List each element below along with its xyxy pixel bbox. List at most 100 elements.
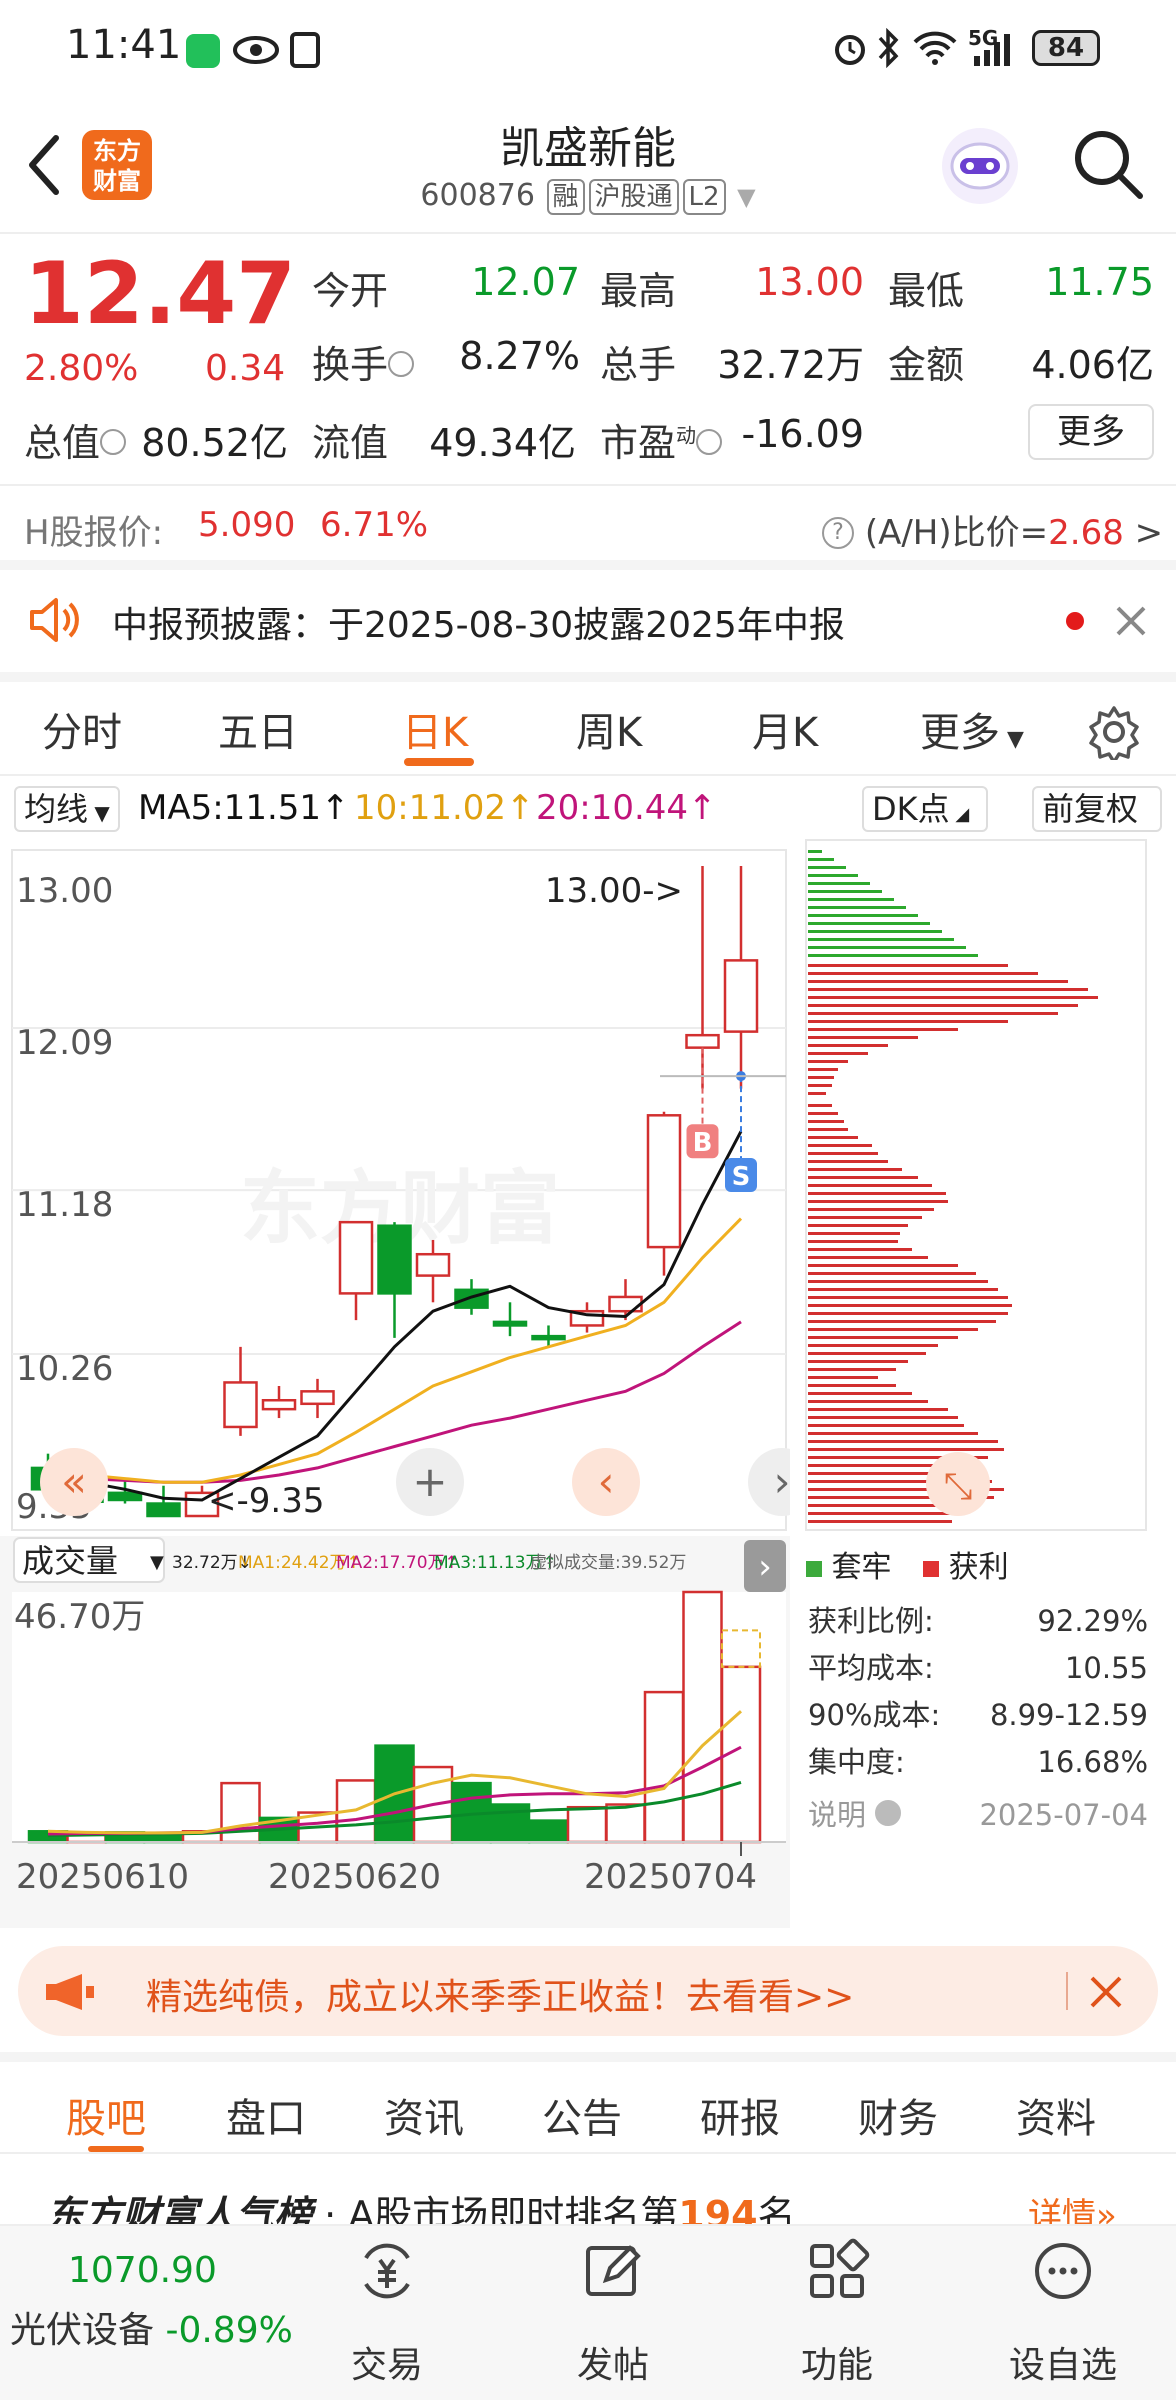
chip-bar	[808, 1224, 908, 1227]
volume-chart[interactable]: 成交量 ▼ 32.72万↓MA1:24.42万↑MA2:17.70万↑MA3:11.…	[0, 1536, 790, 1928]
chip-bar	[808, 1176, 918, 1179]
post-button[interactable]: 发帖	[538, 2236, 688, 2386]
candle-body	[723, 959, 759, 1033]
alarm-icon	[835, 35, 865, 65]
close-icon[interactable]	[1114, 604, 1148, 638]
chip-bar	[808, 1448, 1004, 1451]
stat-row: 90%成本: 8.99-12.59	[808, 1698, 1148, 1732]
chevron-right-icon: ›	[758, 1547, 772, 1587]
help-icon: ?	[822, 516, 854, 549]
chart-tabs: 分时 五日 日K 周K 月K 更多 ▼	[0, 686, 1176, 776]
bottom-section-tabs: 股吧 盘口 资讯 公告 研报 财务 资料	[0, 2062, 1176, 2154]
chip-bar	[808, 980, 1068, 983]
info-icon[interactable]	[100, 428, 127, 455]
chip-bar	[808, 874, 858, 877]
chip-bar	[808, 938, 954, 941]
tag-level2: L2	[682, 179, 726, 215]
gear-icon[interactable]	[1086, 704, 1142, 760]
pe-label: 市盈动	[600, 412, 723, 467]
hshare-price: 5.090	[198, 505, 296, 545]
tab-intraday[interactable]: 分时	[42, 700, 122, 758]
tab-orderbook[interactable]: 盘口	[226, 2086, 306, 2144]
adjust-button[interactable]: 前复权	[1032, 786, 1162, 832]
chip-bar	[808, 954, 978, 957]
chip-bar	[808, 1128, 848, 1131]
search-icon[interactable]	[1070, 126, 1146, 202]
tab-five-day[interactable]: 五日	[218, 700, 298, 758]
tab-finance[interactable]: 财务	[858, 2086, 938, 2144]
ah-ratio[interactable]: ? (A/H)比价=2.68 >	[822, 505, 1163, 554]
current-price: 12.47	[24, 244, 297, 344]
chip-bar	[808, 1232, 900, 1235]
volume-selector-arrow: ▼	[150, 1552, 164, 1573]
resize-icon: ⤡	[944, 1466, 973, 1507]
ma-selector[interactable]: 均线 ▼	[14, 786, 120, 832]
chip-bar	[808, 1092, 826, 1095]
sell-marker-text: S	[732, 1162, 751, 1192]
promo-banner[interactable]: 精选纯债，成立以来季季正收益！去看看>>	[18, 1946, 1158, 2036]
info-icon[interactable]	[696, 428, 723, 455]
legend-profit-swatch	[923, 1561, 940, 1577]
robot-assistant-icon[interactable]	[938, 124, 1022, 208]
nfc-icon	[290, 32, 320, 68]
tab-news[interactable]: 资讯	[384, 2086, 464, 2144]
chip-bar	[808, 1028, 958, 1031]
candlestick-chart[interactable]: 13.0012.0911.1810.269.35东方财富13.00-><-9.3…	[0, 836, 790, 1536]
trade-button[interactable]: 交易	[312, 2236, 462, 2386]
section-gap	[0, 2052, 1176, 2062]
chip-bar	[808, 1012, 1058, 1015]
chip-bar	[808, 866, 846, 869]
tab-daily-k[interactable]: 日K	[402, 700, 468, 758]
tab-monthly-k[interactable]: 月K	[752, 700, 818, 758]
speaker-icon	[30, 598, 79, 642]
tab-weekly-k[interactable]: 周K	[576, 700, 642, 758]
chip-bar	[808, 1160, 888, 1163]
chip-stats: 获利比例: 92.29% 平均成本: 10.55 90%成本: 8.99-12.59 …	[808, 1598, 1148, 1839]
sector-index[interactable]: 1070.90 光伏设备 -0.89%	[10, 2250, 293, 2353]
candle-body	[646, 1114, 682, 1249]
rewind-icon: «	[61, 1457, 87, 1506]
chip-bar	[808, 1344, 938, 1347]
chip-bar	[808, 1084, 832, 1087]
announcement-banner[interactable]: 中报预披露：于2025-08-30披露2025年中报	[0, 568, 1176, 672]
chip-distribution-chart[interactable]: ⤡	[800, 836, 1176, 1536]
more-button[interactable]: 更多	[1028, 404, 1154, 460]
high-value: 13.00	[755, 260, 864, 304]
edit-icon	[586, 2245, 641, 2296]
info-icon[interactable]	[875, 1800, 902, 1826]
function-button[interactable]: 功能	[762, 2236, 912, 2386]
chip-bar	[808, 1296, 1008, 1299]
info-icon[interactable]	[388, 350, 415, 377]
chip-bar	[808, 1060, 848, 1063]
x-axis-label: 20250620	[268, 1857, 441, 1897]
mktcap-label: 总值	[24, 412, 127, 467]
triangle-down-icon: ▼	[1000, 727, 1024, 752]
add-watchlist-label: 设自选	[1008, 2345, 1117, 2386]
sector-index-value: 1070.90	[68, 2250, 217, 2291]
chip-bar	[808, 996, 1098, 999]
tab-announcements[interactable]: 公告	[542, 2086, 622, 2144]
close-icon[interactable]	[1088, 1974, 1124, 2010]
tab-more[interactable]: 更多 ▼	[920, 700, 1024, 758]
tab-profile[interactable]: 资料	[1016, 2086, 1096, 2144]
open-label: 今开	[312, 269, 389, 313]
chip-bar	[808, 850, 822, 853]
chip-bar	[808, 1192, 946, 1195]
dk-point-button[interactable]: DK点 ◢	[862, 786, 988, 832]
chip-bar	[808, 1440, 998, 1443]
y-tick-label: 10.26	[16, 1349, 113, 1389]
status-bar: 11:41 5G 84	[0, 0, 1176, 100]
chip-bar	[808, 882, 870, 885]
volume-bar	[682, 1590, 723, 1844]
chip-bar	[808, 922, 930, 925]
candle-body	[377, 1224, 412, 1295]
volume-value: 32.72万	[717, 343, 864, 387]
tab-research[interactable]: 研报	[700, 2086, 780, 2144]
add-watchlist-button[interactable]: 设自选	[988, 2236, 1138, 2386]
wifi-icon	[913, 31, 957, 65]
chip-bar	[808, 930, 942, 933]
ma5-text: MA5:11.51↑	[138, 788, 350, 828]
tab-forum[interactable]: 股吧	[66, 2086, 146, 2144]
header-divider	[0, 232, 1176, 234]
chip-bar	[808, 1360, 908, 1363]
